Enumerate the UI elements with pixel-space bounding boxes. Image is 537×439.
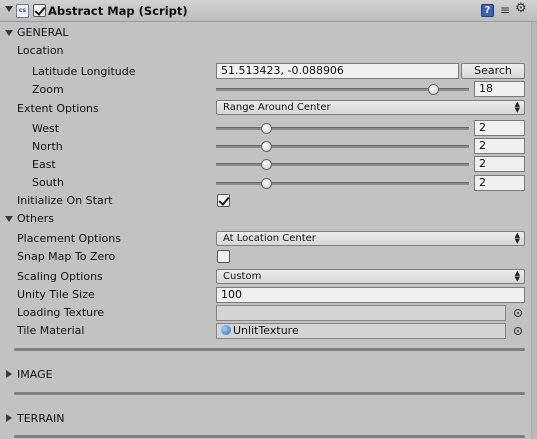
east-label: East xyxy=(32,158,56,171)
section-divider xyxy=(14,435,525,438)
terrain-foldout-icon[interactable] xyxy=(6,414,12,422)
zoom-label: Zoom xyxy=(32,83,64,96)
east-slider-thumb[interactable] xyxy=(261,159,273,170)
snap-map-to-zero-checkbox[interactable] xyxy=(217,250,230,263)
component-header[interactable]: cs Abstract Map (Script) ? ≡ ⚙ xyxy=(0,0,537,22)
scaling-options-dropdown[interactable]: Custom ▲ ▼ xyxy=(216,269,525,284)
north-slider-track[interactable] xyxy=(216,145,469,148)
extent-options-label: Extent Options xyxy=(17,102,99,115)
placement-options-dropdown[interactable]: At Location Center ▲ ▼ xyxy=(216,231,525,246)
scaling-options-label: Scaling Options xyxy=(17,270,103,283)
extent-options-selected: Range Around Center xyxy=(223,102,331,113)
extent-options-dropdown[interactable]: Range Around Center ▲ ▼ xyxy=(216,100,525,115)
script-icon: cs xyxy=(16,4,29,18)
initialize-on-start-label: Initialize On Start xyxy=(17,194,113,207)
initialize-on-start-checkbox[interactable] xyxy=(217,194,230,207)
south-input[interactable]: 2 xyxy=(474,175,525,191)
loading-texture-picker-icon[interactable] xyxy=(514,309,522,317)
placement-options-label: Placement Options xyxy=(17,232,121,245)
dropdown-arrows-icon: ▲ ▼ xyxy=(514,269,520,283)
others-foldout-icon[interactable] xyxy=(5,216,13,222)
component-enabled-checkbox[interactable] xyxy=(33,4,46,17)
inspector-panel: cs Abstract Map (Script) ? ≡ ⚙ GENERAL L… xyxy=(0,0,537,439)
general-section-label[interactable]: GENERAL xyxy=(17,26,69,39)
west-slider-thumb[interactable] xyxy=(261,123,273,134)
search-button[interactable]: Search xyxy=(461,63,525,79)
scaling-options-selected: Custom xyxy=(223,271,262,282)
tile-material-field[interactable]: UnlitTexture xyxy=(216,323,506,339)
north-label: North xyxy=(32,140,63,153)
unity-tile-size-label: Unity Tile Size xyxy=(17,288,95,301)
gear-icon[interactable]: ⚙ xyxy=(515,2,527,16)
north-slider-thumb[interactable] xyxy=(261,141,273,152)
west-input[interactable]: 2 xyxy=(474,120,525,136)
inspector-scrollbar[interactable] xyxy=(531,22,537,439)
dropdown-arrows-icon: ▲ ▼ xyxy=(514,100,520,114)
south-label: South xyxy=(32,176,64,189)
zoom-slider-thumb[interactable] xyxy=(428,84,440,95)
dropdown-arrows-icon: ▲ ▼ xyxy=(514,231,520,245)
north-input[interactable]: 2 xyxy=(474,138,525,154)
tile-material-picker-icon[interactable] xyxy=(514,327,522,335)
tile-material-label: Tile Material xyxy=(17,324,85,337)
location-label: Location xyxy=(17,44,64,57)
placement-options-selected: At Location Center xyxy=(223,233,316,244)
material-icon xyxy=(221,325,231,335)
loading-texture-label: Loading Texture xyxy=(17,306,105,319)
tile-material-value: UnlitTexture xyxy=(233,324,299,337)
terrain-section-label[interactable]: TERRAIN xyxy=(17,412,65,425)
component-title: Abstract Map (Script) xyxy=(48,4,188,18)
east-input[interactable]: 2 xyxy=(474,156,525,172)
component-foldout-arrow-icon[interactable] xyxy=(5,6,13,12)
south-slider-track[interactable] xyxy=(216,182,469,185)
section-divider xyxy=(14,348,525,351)
zoom-input[interactable]: 18 xyxy=(474,81,525,97)
unity-tile-size-input[interactable]: 100 xyxy=(216,287,525,303)
others-section-label[interactable]: Others xyxy=(17,212,54,225)
latlon-input[interactable]: 51.513423, -0.088906 xyxy=(216,63,459,79)
west-slider-track[interactable] xyxy=(216,127,469,130)
section-divider xyxy=(14,392,525,395)
preset-icon[interactable]: ≡ xyxy=(500,3,510,17)
general-foldout-icon[interactable] xyxy=(5,30,13,36)
snap-map-to-zero-label: Snap Map To Zero xyxy=(17,250,116,263)
image-foldout-icon[interactable] xyxy=(6,370,12,378)
help-icon[interactable]: ? xyxy=(481,4,494,17)
west-label: West xyxy=(32,122,60,135)
image-section-label[interactable]: IMAGE xyxy=(17,368,53,381)
south-slider-thumb[interactable] xyxy=(261,178,273,189)
latlon-label: Latitude Longitude xyxy=(32,65,136,78)
loading-texture-field[interactable] xyxy=(216,305,506,321)
east-slider-track[interactable] xyxy=(216,163,469,166)
